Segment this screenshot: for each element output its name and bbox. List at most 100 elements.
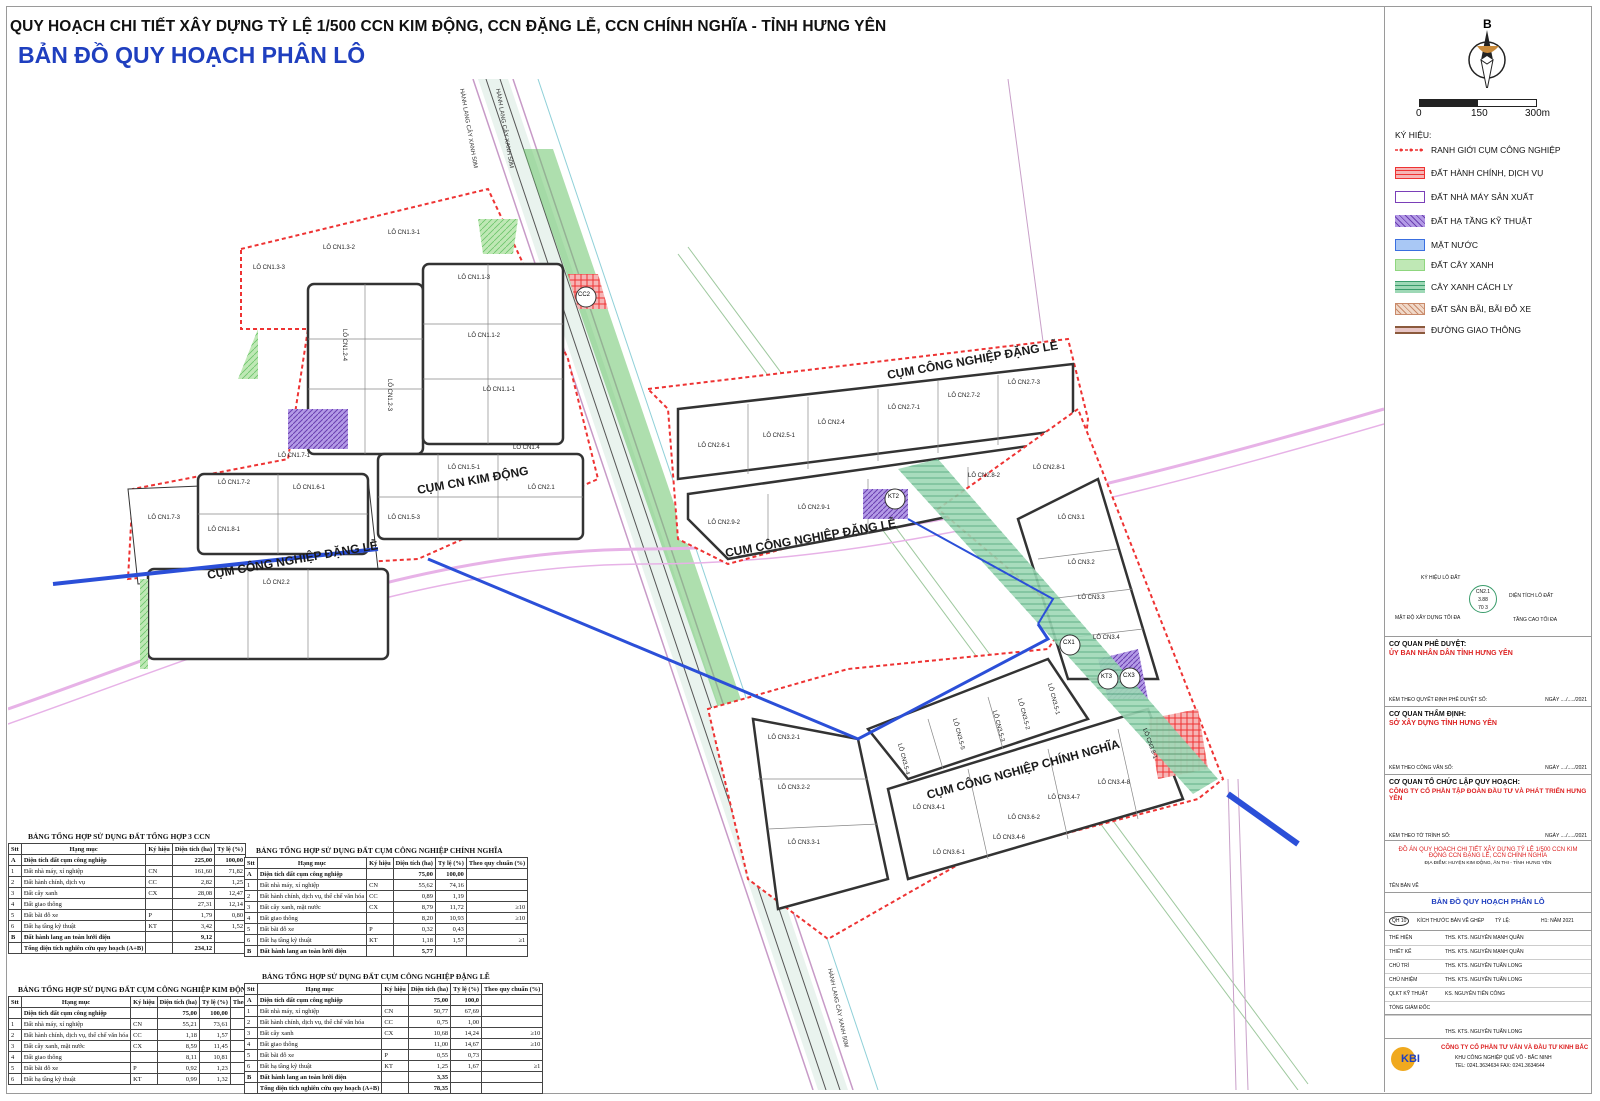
table-cell: 2 [244,890,258,902]
table-cell: 6 [8,1073,22,1085]
table-row: 1 Đất nhà máy, xí nghiệp CN 50,77 67,69 [244,1005,544,1017]
table-cell: Đất nhà máy, xí nghiệp [256,1005,383,1017]
table-cell [214,942,247,954]
table-header: Theo quy chuẩn (%) [465,857,529,869]
table-row: 4 Đất giao thông 8,20 10,93 ≥10 [244,912,529,924]
table-header: Diện tích (ha) [156,996,200,1008]
sheet-name-block: BẢN ĐỒ QUY HOẠCH PHÂN LÔ [1385,892,1591,913]
table-cell: 75,00 [407,994,452,1006]
table-cell: KT [130,1073,158,1085]
table-cell: Diện tích đất cụm công nghiệp [20,1007,132,1019]
table-cell: 10,93 [434,912,467,924]
table-cell: 10,68 [407,1027,452,1039]
table-cell: 4 [8,898,22,910]
table-cell: P [130,1062,158,1074]
table-cell: A [244,994,258,1006]
table-header: Hạng mục [256,983,383,995]
lot-label: LÔ CN3.2-2 [778,784,811,791]
table-cell [481,1005,544,1017]
svg-text:CX1: CX1 [1063,640,1075,646]
table-cell: 14,67 [450,1038,483,1050]
table-cell: 1,25 [407,1060,452,1072]
table-cell: 5 [8,909,22,921]
table-3ccn: Stt Hạng mục Ký hiệu Diện tích (ha) Tỷ l… [8,843,247,954]
table-chinh-nghia: Stt Hạng mục Ký hiệu Diện tích (ha) Tỷ l… [244,857,529,957]
role-title: TỔNG GIÁM ĐỐC [1389,1005,1431,1011]
table-row: 6 Đất hạ tầng kỹ thuật KT 3,42 1,52 [8,920,247,932]
table-cell: 8,79 [392,901,436,913]
role-title: CHỦ NHIỆM [1389,977,1418,983]
table-cell: 74,16 [434,879,467,891]
kim-dong-cluster[interactable] [126,187,600,669]
role-row: CHỦ NHIỆM THS. KTS. NGUYỄN TUẤN LONG [1385,973,1591,988]
lot-label: LÔ CN1.1-1 [483,386,516,393]
table-cell: Đất hạ tầng kỹ thuật [256,934,368,946]
table-cell: 5 [8,1062,22,1074]
legend-item: ĐƯỜNG GIAO THÔNG [1395,325,1521,335]
lot-key-diagram: KÝ HIỆU LÔ ĐẤT DIỆN TÍCH LÔ ĐẤT MẬT ĐỘ X… [1395,575,1558,623]
table-cell: 1,52 [214,920,247,932]
table-cell: P [366,923,394,935]
table-row: 6 Đất hạ tầng kỹ thuật KT 1,25 1,67 ≥1 [244,1060,544,1072]
table-cell: 9,12 [171,931,216,943]
organizer-block: CƠ QUAN TỔ CHỨC LẬP QUY HOẠCH: CÔNG TY C… [1385,774,1591,841]
table-cell: Đất giao thông [20,1051,132,1063]
table-cell: KT [145,920,173,932]
lot-label: LÔ CN3.2-1 [768,734,801,741]
table-cell: ≥10 [481,1038,544,1050]
table-cell: Diện tích đất cụm công nghiệp [20,854,147,866]
table-header: Stt [244,983,258,995]
table-cell [481,1071,544,1083]
table-cell: Đất nhà máy, xí nghiệp [20,865,147,877]
table-cell: CX [145,887,173,899]
table-cell: 161,60 [171,865,216,877]
lot-label: LÔ CN2.8-2 [968,472,1001,479]
role-person: THS. KTS. NGUYỄN MẠNH QUÂN [1445,949,1524,955]
table-cell [145,942,173,954]
table-row: A Diện tích đất cụm công nghiệp 75,00 100,0… [244,868,529,880]
table-cell: 0,43 [434,923,467,935]
lot-label: LÔ CN2.1 [528,484,555,491]
table-cell: Đất hạ tầng kỹ thuật [256,1060,383,1072]
svg-text:KT2: KT2 [888,494,900,500]
company-block: KBI CÔNG TY CỔ PHẦN TƯ VẤN VÀ ĐẦU TƯ KIN… [1385,1038,1591,1093]
table-row: A Diện tích đất cụm công nghiệp 75,00 100,0 [244,994,544,1006]
table-cell: 27,31 [171,898,216,910]
table-cell: 28,08 [171,887,216,899]
legend-item: ĐẤT HẠ TẦNG KỸ THUẬT [1395,215,1532,227]
table-cell: 0,55 [407,1049,452,1061]
table-cell: Đất hành chính, dịch vụ, thể chế văn hóa [256,890,368,902]
table-cell: 3 [244,1027,258,1039]
table-cell: 3 [244,901,258,913]
table-row: 5 Đất bãi đỗ xe P 0,55 0,73 [244,1049,544,1061]
table-cell: 5 [244,923,258,935]
table-cell: Đất bãi đỗ xe [20,1062,132,1074]
table-cell: Đất hành lang an toàn lưới điện [256,945,368,957]
table-cell: 2 [244,1016,258,1028]
table-cell: CC [381,1016,409,1028]
table-header: Ký hiệu [366,857,394,869]
role-person: THS. KTS. NGUYỄN MẠNH QUÂN [1445,935,1524,941]
lot-label: LÔ CN2.2 [263,579,290,586]
table-header: Diện tích (ha) [171,843,216,855]
table-row: B Đất hành lang an toàn lưới điện 3,35 [244,1071,544,1083]
lot-label: LÔ CN2.7-1 [888,404,921,411]
legend-item: ĐẤT SÂN BÃI, BÃI ĐỖ XE [1395,303,1531,315]
table-cell: P [145,909,173,921]
svg-text:KT3: KT3 [1101,674,1113,680]
legend-item: ĐẤT HÀNH CHÍNH, DỊCH VỤ [1395,167,1543,179]
table-cell: Đất nhà máy, xí nghiệp [256,879,368,891]
lot-label: LÔ CN3.2 [1068,559,1095,566]
table-cell: 75,00 [392,868,436,880]
table-cell: 12,47 [214,887,247,899]
table-cell: ≥10 [465,901,529,913]
table-cell: ≥1 [481,1060,544,1072]
table-cell: CN [366,879,394,891]
legend-item: ĐẤT NHÀ MÁY SẢN XUẤT [1395,191,1534,203]
legend-item: ĐẤT CÂY XANH [1395,259,1494,271]
table-cell: CX [381,1027,409,1039]
lot-label: LÔ CN2.6-1 [698,442,731,449]
role-person: THS. KTS. NGUYỄN TUẤN LONG [1445,977,1523,983]
table-cell: A [244,868,258,880]
table-cell: CN [130,1018,158,1030]
